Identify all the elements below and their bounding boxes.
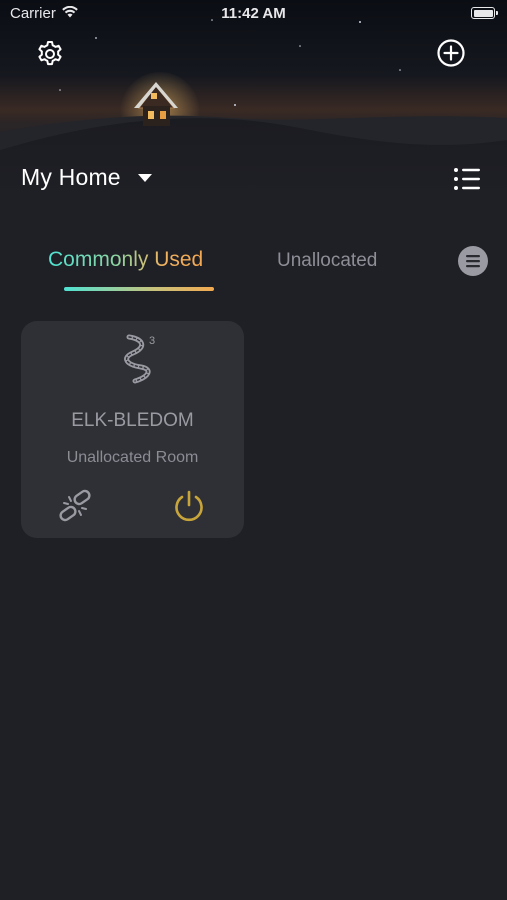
unlink-button[interactable] [55, 486, 95, 526]
device-badge: 3 [149, 335, 155, 347]
tab-unallocated[interactable]: Unallocated [277, 250, 377, 272]
led-strip-icon: 3 [124, 334, 155, 384]
status-bar: Carrier 11:42 AM [0, 0, 507, 28]
menu-circle-icon [466, 255, 480, 268]
broken-link-icon [59, 489, 91, 522]
device-room: Unallocated Room [66, 449, 199, 466]
device-name: ELK-BLEDOM [71, 410, 194, 431]
caret-down-icon [137, 173, 152, 182]
add-device-button[interactable] [434, 36, 468, 70]
power-icon [175, 490, 203, 522]
room-list-button[interactable] [450, 163, 484, 195]
home-title: My Home [21, 164, 121, 190]
room-tabs: Commonly Used Unallocated [0, 240, 507, 300]
home-selector[interactable]: My Home [21, 164, 152, 191]
device-card[interactable]: 3 ELK-BLEDOM Unallocated Room [21, 321, 244, 538]
battery-icon [471, 7, 498, 19]
list-icon [454, 168, 480, 190]
settings-button[interactable] [33, 36, 67, 70]
tab-menu-button[interactable] [458, 246, 488, 276]
tab-commonly-used[interactable]: Commonly Used [48, 248, 203, 272]
power-button[interactable] [169, 486, 209, 526]
gear-icon [38, 41, 62, 66]
active-tab-indicator [64, 287, 214, 291]
plus-circle-icon [437, 39, 465, 67]
clock: 11:42 AM [221, 5, 286, 22]
